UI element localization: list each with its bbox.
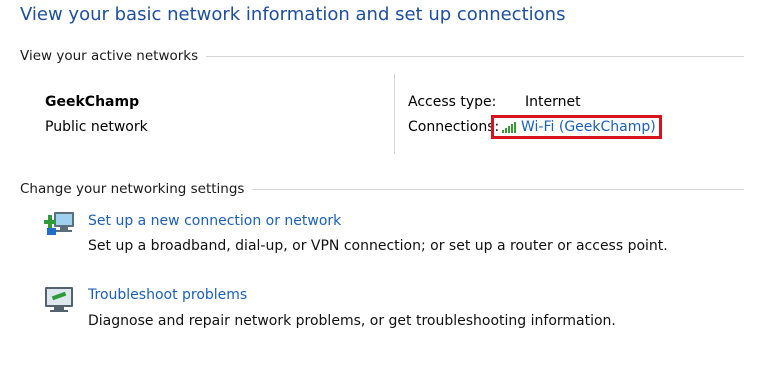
active-networks-header: View your active networks (20, 47, 744, 65)
wifi-signal-icon (502, 121, 516, 133)
network-name: GeekChamp (45, 94, 140, 110)
new-connection-icon (44, 212, 74, 235)
vertical-divider (394, 74, 395, 154)
troubleshoot-icon (45, 287, 73, 312)
troubleshoot-link[interactable]: Troubleshoot problems (88, 287, 247, 303)
networking-settings-header: Change your networking settings (20, 180, 744, 198)
connections-label: Connections: (408, 119, 500, 135)
setup-connection-link[interactable]: Set up a new connection or network (88, 213, 341, 229)
network-type: Public network (45, 119, 148, 135)
active-networks-header-label: View your active networks (20, 48, 199, 64)
setup-connection-description: Set up a broadband, dial-up, or VPN conn… (88, 238, 668, 254)
access-type-value: Internet (525, 94, 581, 110)
page-title: View your basic network information and … (20, 4, 566, 25)
troubleshoot-description: Diagnose and repair network problems, or… (88, 313, 616, 329)
access-type-label: Access type: (408, 94, 497, 110)
wifi-connection-label: Wi-Fi (GeekChamp) (521, 119, 656, 135)
header-divider (206, 55, 744, 57)
wifi-connection-link[interactable]: Wi-Fi (GeekChamp) (491, 115, 662, 139)
header-divider (252, 188, 744, 190)
networking-settings-header-label: Change your networking settings (20, 181, 245, 197)
